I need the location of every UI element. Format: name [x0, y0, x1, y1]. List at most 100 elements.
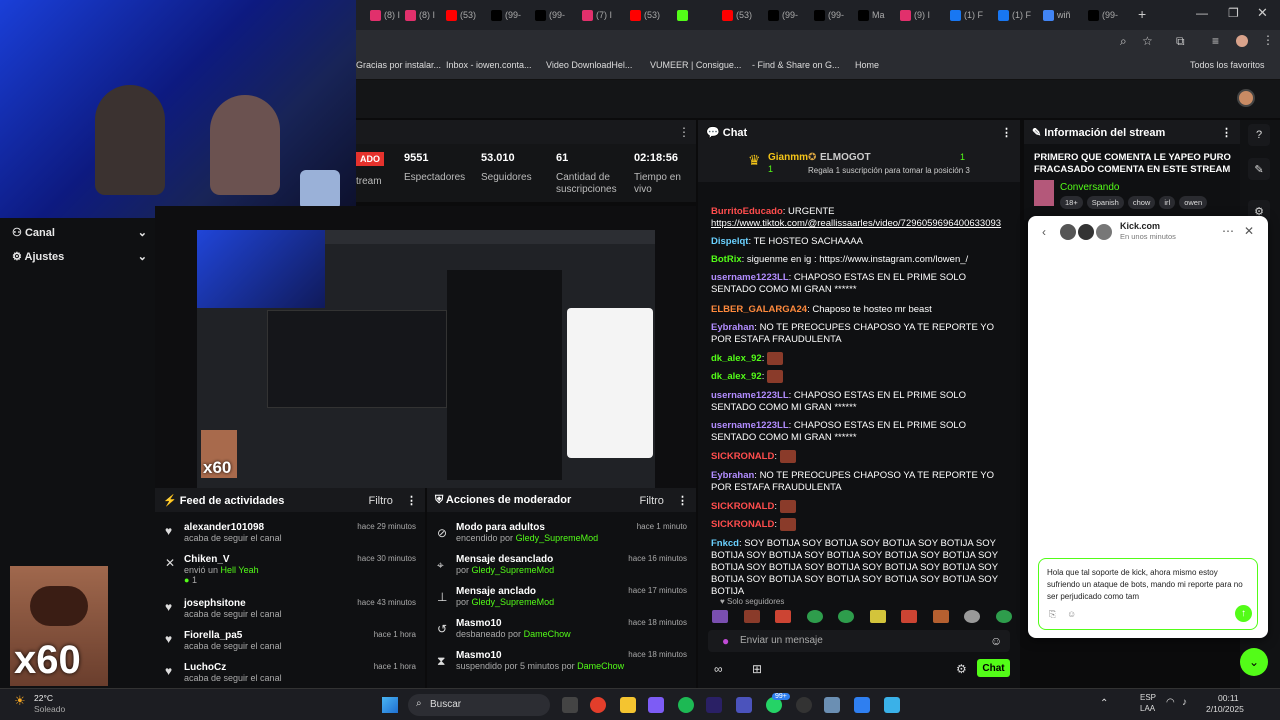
more-options-icon[interactable]: ⋮ [1221, 126, 1232, 139]
more-options-icon[interactable]: ⋮ [1001, 126, 1012, 139]
feed-item[interactable]: alexander101098 acaba de seguir el canal h… [184, 522, 416, 543]
chat-username[interactable]: username1223LL [711, 390, 789, 401]
emoji-icon[interactable]: ☺ [1067, 609, 1076, 619]
discord-icon[interactable] [648, 697, 664, 713]
taskbar-search[interactable]: ⌕ Buscar [408, 694, 550, 716]
chat-username[interactable]: SICKRONALD [711, 451, 774, 462]
emote-icon[interactable] [775, 610, 792, 623]
windows-start-icon[interactable] [382, 697, 398, 713]
emote-icon[interactable] [806, 610, 823, 623]
task-view-icon[interactable] [562, 697, 578, 713]
browser-tab[interactable]: (1) F [950, 6, 983, 24]
points-icon[interactable]: ∞ [714, 662, 723, 676]
stream-tag[interactable]: 18+ [1060, 196, 1083, 209]
browser-tab[interactable]: (53) [630, 6, 660, 24]
browser-tab[interactable]: (99- [1088, 6, 1118, 24]
chat-username[interactable]: dk_alex_92 [711, 371, 762, 382]
folder-icon[interactable] [620, 697, 636, 713]
feed-item[interactable]: Fiorella_pa5 acaba de seguir el canal hace… [184, 630, 416, 651]
emote-icon[interactable] [995, 610, 1012, 623]
chat-username[interactable]: SICKRONALD [711, 519, 774, 530]
emote-icon[interactable] [712, 610, 728, 623]
menu-icon[interactable]: ⋮ [1262, 33, 1274, 47]
stream-preview[interactable]: x60 [155, 206, 696, 488]
send-arrow-icon[interactable]: ↑ [1235, 605, 1252, 622]
premiere-icon[interactable] [706, 697, 722, 713]
stream-tag[interactable]: irl [1159, 196, 1176, 209]
clock-time[interactable]: 00:11 [1218, 693, 1239, 703]
browser-tab[interactable]: (99- [491, 6, 521, 24]
message-draft[interactable]: Hola que tal soporte de kick, ahora mism… [1047, 567, 1251, 603]
browser-tab[interactable]: Ma [858, 6, 885, 24]
back-arrow-icon[interactable]: ‹ [1042, 225, 1046, 239]
browser-tab[interactable]: (99- [814, 6, 844, 24]
emote-bar[interactable] [712, 610, 1012, 624]
browser-tab[interactable]: (99- [768, 6, 798, 24]
minimize-icon[interactable]: — [1196, 6, 1208, 20]
user-avatar[interactable] [1237, 89, 1255, 107]
browser-tab[interactable]: (7) I [582, 6, 612, 24]
browser-tab[interactable]: (99- [535, 6, 565, 24]
emote-icon[interactable] [901, 610, 918, 623]
browser-tab[interactable]: (1) F [998, 6, 1031, 24]
pencil-icon[interactable]: ✎ [1248, 158, 1270, 180]
chat-username[interactable]: BurritoEducado [711, 206, 783, 217]
stream-tag[interactable]: owen [1179, 196, 1208, 209]
chat-username[interactable]: dk_alex_92 [711, 353, 762, 364]
emote-icon[interactable] [932, 610, 949, 623]
sidebar-item-ajustes[interactable]: ⚙ Ajustes ⌄ [12, 250, 147, 263]
language-indicator[interactable]: ESP [1140, 693, 1156, 702]
bookmark-item[interactable]: VUMEER | Consigue... [650, 60, 741, 70]
zoom-icon[interactable]: ⌕ [1120, 34, 1127, 49]
star-icon[interactable]: ☆ [1142, 34, 1153, 48]
emote-icon[interactable] [743, 610, 760, 623]
media-icon[interactable]: ≡ [1212, 34, 1219, 48]
chat-username[interactable]: Dispelqt [711, 236, 748, 247]
mod-action-item[interactable]: Modo para adultos encendido por Gledy_Sup… [456, 522, 687, 543]
send-chat-button[interactable]: Chat [977, 659, 1010, 677]
new-tab-icon[interactable]: + [1138, 6, 1146, 22]
profile-avatar[interactable] [1236, 35, 1248, 47]
bookmark-item[interactable]: Gracias por instalar... [356, 60, 441, 70]
spotify-icon[interactable] [678, 697, 694, 713]
wifi-icon[interactable]: ◠ [1166, 697, 1175, 708]
mod-action-item[interactable]: Masmo10 suspendido por 5 minutos por Dame… [456, 650, 687, 671]
chat-username[interactable]: ELBER_GALARGA24 [711, 304, 807, 315]
filter-button[interactable]: Filtro [368, 495, 392, 507]
mod-action-item[interactable]: Mensaje anclado por Gledy_SupremeMod hace … [456, 586, 687, 607]
more-options-icon[interactable]: ⋮ [406, 495, 417, 507]
bookmark-item[interactable]: Todos los favoritos [1190, 60, 1265, 70]
stream-tag[interactable]: chow [1127, 196, 1156, 209]
mic-icon[interactable]: ● [722, 634, 729, 648]
emote-icon[interactable] [869, 610, 886, 623]
browser-tab[interactable]: (8) I [405, 6, 435, 24]
bookmark-item[interactable]: Inbox - iowen.conta... [446, 60, 532, 70]
bookmark-item[interactable]: Video DownloadHel... [546, 60, 632, 70]
emoji-icon[interactable]: ☺ [990, 634, 1002, 648]
more-options-icon[interactable]: ⋮ [677, 495, 688, 507]
extensions-icon[interactable]: ⧉ [1176, 34, 1185, 49]
more-options-icon[interactable]: ⋮ [678, 125, 690, 139]
app-icon[interactable] [854, 697, 870, 713]
emote-icon[interactable] [964, 610, 981, 623]
widget-toggle-button[interactable]: ⌄ [1240, 648, 1268, 676]
category-link[interactable]: Conversando [1060, 182, 1119, 193]
obs-icon[interactable] [796, 697, 812, 713]
browser-tab[interactable] [677, 6, 691, 24]
bookmark-item[interactable]: Home [855, 60, 879, 70]
chrome-icon[interactable] [590, 697, 606, 713]
feed-item[interactable]: Chiken_V envió un Hell Yeah ● 1 hace 30 min… [184, 554, 416, 585]
more-options-icon[interactable]: ⋯ [1222, 224, 1234, 238]
close-icon[interactable]: ✕ [1244, 224, 1254, 238]
app-icon[interactable] [884, 697, 900, 713]
browser-tab[interactable]: wiñ [1043, 6, 1071, 24]
mod-action-item[interactable]: Masmo10 desbaneado por DameChow hace 18 mi… [456, 618, 687, 639]
weather-temp[interactable]: 22°C [34, 693, 53, 703]
browser-tab[interactable]: (53) [446, 6, 476, 24]
chat-username[interactable]: username1223LL [711, 420, 789, 431]
feed-item[interactable]: josephsitone acaba de seguir el canal hace… [184, 598, 416, 619]
help-icon[interactable]: ? [1248, 124, 1270, 146]
tray-arrow-icon[interactable]: ⌃ [1100, 698, 1108, 709]
emote-icon[interactable] [838, 610, 855, 623]
chat-username[interactable]: username1223LL [711, 272, 789, 283]
